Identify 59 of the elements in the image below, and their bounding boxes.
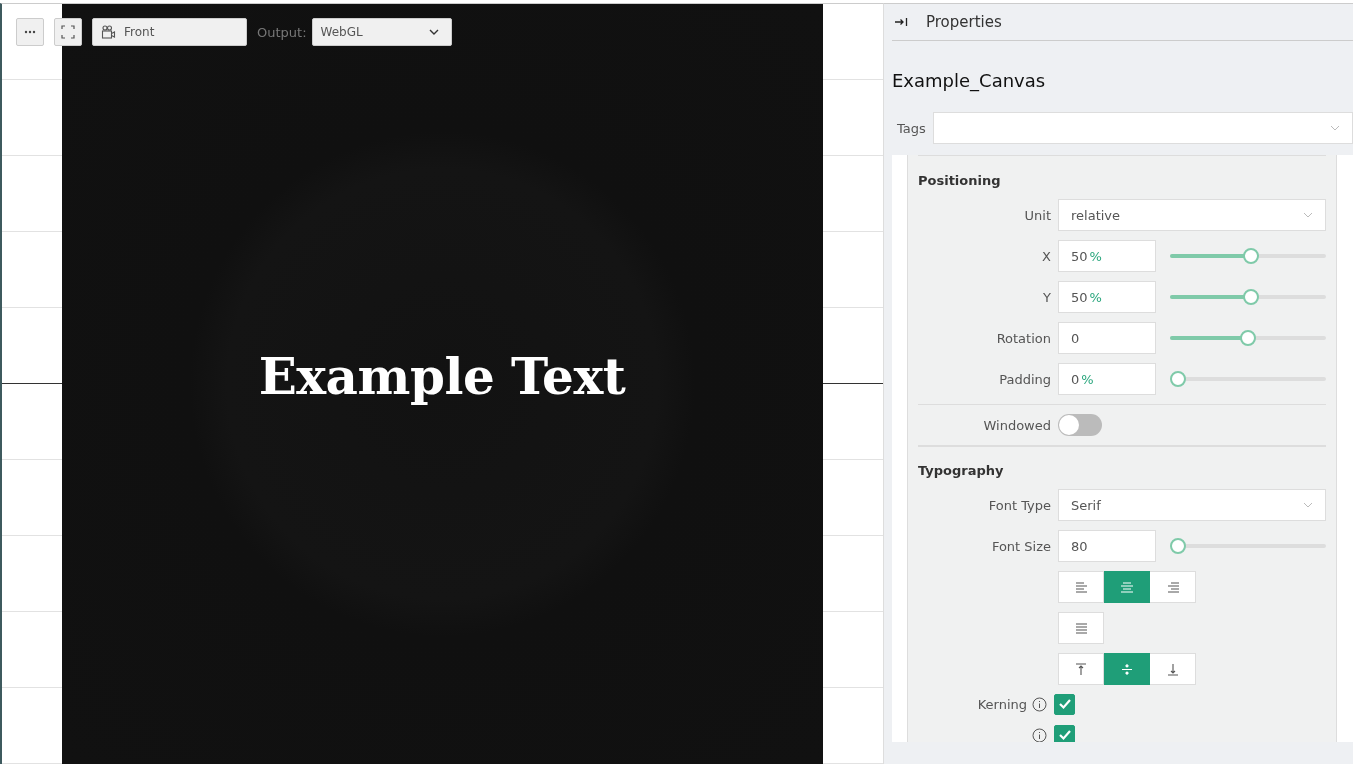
slider[interactable] — [1170, 538, 1326, 554]
align-icon — [1073, 579, 1089, 595]
info-icon[interactable] — [1032, 696, 1047, 712]
number-input[interactable]: 0% — [1058, 363, 1156, 395]
panel-title: Properties — [926, 13, 1002, 31]
align-icon — [1073, 661, 1089, 677]
checkmark-icon — [1057, 729, 1072, 741]
chevron-down-icon — [428, 29, 439, 35]
fullscreen-icon — [61, 25, 75, 39]
slider-handle[interactable] — [1242, 289, 1259, 305]
number-input[interactable]: 0 — [1058, 322, 1156, 354]
field-label: Unit — [1023, 207, 1051, 223]
section-heading: Typography — [918, 463, 1005, 478]
field-label: Font Type — [987, 497, 1051, 513]
collapse-panel-icon[interactable] — [894, 17, 908, 27]
slider-handle[interactable] — [1170, 538, 1186, 554]
toggle-switch[interactable] — [1058, 414, 1102, 436]
align-button[interactable] — [1104, 653, 1150, 685]
checkbox[interactable] — [1054, 693, 1075, 715]
slider-handle[interactable] — [1242, 248, 1259, 264]
more-icon — [24, 30, 36, 34]
camera-icon — [101, 25, 116, 39]
field-label: X — [1041, 248, 1051, 264]
slider-handle[interactable] — [1240, 330, 1256, 346]
field-label: Rotation — [995, 330, 1051, 346]
field-label: Padding — [998, 371, 1051, 387]
align-icon — [1118, 579, 1135, 595]
slider[interactable] — [1170, 248, 1326, 264]
slider-handle[interactable] — [1170, 371, 1186, 387]
number-input[interactable]: 80 — [1058, 530, 1156, 562]
output-select[interactable]: WebGL — [311, 18, 452, 46]
number-input[interactable]: 50% — [1058, 281, 1156, 313]
align-button[interactable] — [1104, 571, 1150, 603]
checkbox[interactable] — [1054, 724, 1075, 742]
chevron-down-icon — [1303, 212, 1313, 218]
chevron-down-icon — [1303, 502, 1313, 508]
chevron-down-icon — [1330, 125, 1340, 131]
field-label: Kerning — [977, 696, 1027, 712]
camera-select[interactable]: Front — [92, 18, 247, 46]
more-button[interactable] — [16, 18, 44, 46]
canvas-text: Example Text — [258, 346, 626, 406]
field-label: Y — [1042, 289, 1051, 305]
tags-label: Tags — [896, 120, 926, 136]
slider[interactable] — [1170, 371, 1326, 387]
field-label: Windowed — [982, 417, 1051, 433]
object-name: Example_Canvas — [892, 70, 1047, 94]
number-input[interactable]: 50% — [1058, 240, 1156, 272]
dropdown-field[interactable]: Serif — [1058, 489, 1326, 521]
fullscreen-button[interactable] — [54, 18, 82, 46]
output-label: Output: — [257, 24, 307, 40]
dropdown-field[interactable]: relative — [1058, 199, 1326, 231]
section-heading: Positioning — [918, 173, 1002, 188]
info-icon[interactable] — [1032, 727, 1047, 742]
slider[interactable] — [1170, 289, 1326, 305]
align-icon — [1073, 620, 1089, 636]
slider[interactable] — [1170, 330, 1326, 346]
checkmark-icon — [1057, 698, 1072, 710]
field-label: Font Size — [990, 538, 1051, 554]
tags-field[interactable] — [932, 112, 1353, 144]
